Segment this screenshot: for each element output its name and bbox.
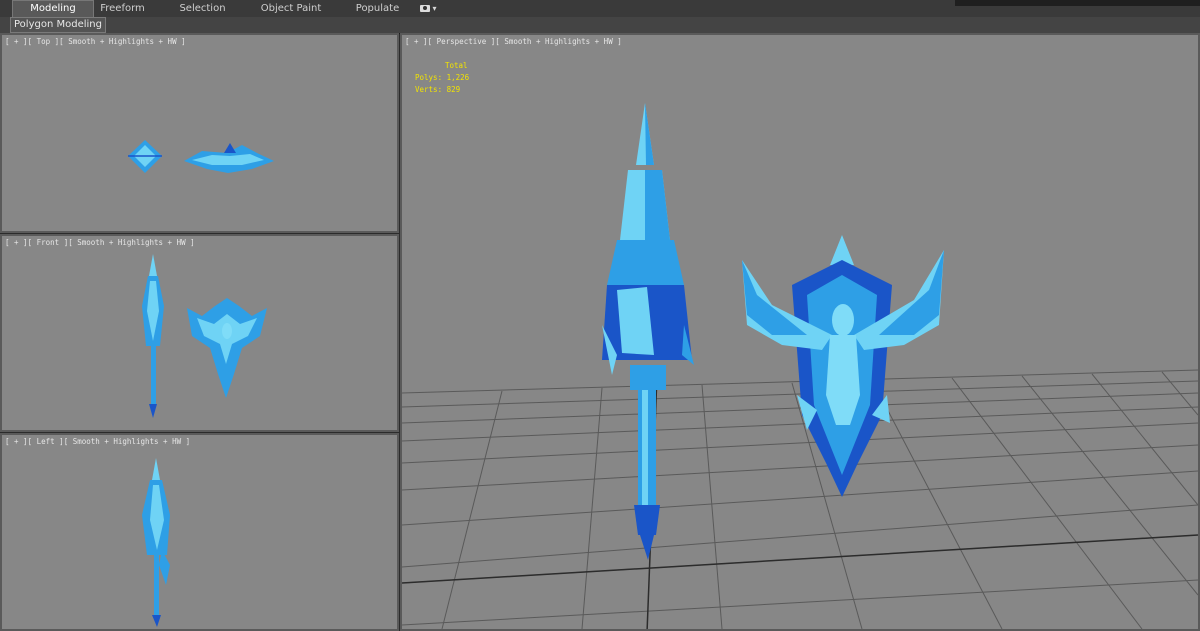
camera-dropdown-icon[interactable]: ▾ [420,3,442,14]
tab-selection[interactable]: Selection [175,1,230,17]
perspective-scene [402,103,1198,629]
spear-left-model [142,458,170,627]
top-view-models [128,140,274,173]
viewport-front[interactable]: [ + ][ Front ][ Smooth + Highlights + HW… [0,234,399,432]
shield-top-model [184,143,274,173]
front-view-models [142,254,267,418]
grid-axis-x [402,534,1198,584]
shield-front-model [187,298,267,398]
viewport-perspective[interactable]: [ + ][ Perspective ][ Smooth + Highlight… [400,33,1200,631]
grid-floor [402,369,1198,629]
tab-object-paint[interactable]: Object Paint [255,1,327,17]
ribbon-tab-bar: Modeling Freeform Selection Object Paint… [0,0,1200,18]
spear-perspective-model [602,103,694,560]
polygon-modeling-button[interactable]: Polygon Modeling [10,17,106,33]
viewport-top[interactable]: [ + ][ Top ][ Smooth + Highlights + HW ] [0,33,399,233]
ribbon-panel: Polygon Modeling [0,17,1200,34]
ribbon-dark-strip [955,0,1200,6]
spear-front-model [142,254,164,418]
spear-top-model [128,140,162,173]
tab-freeform[interactable]: Freeform [95,1,150,17]
tab-populate[interactable]: Populate [350,1,405,17]
shield-perspective-model [742,235,944,497]
left-view-models [142,458,170,627]
tab-modeling[interactable]: Modeling [12,0,94,18]
viewport-left[interactable]: [ + ][ Left ][ Smooth + Highlights + HW … [0,433,399,631]
